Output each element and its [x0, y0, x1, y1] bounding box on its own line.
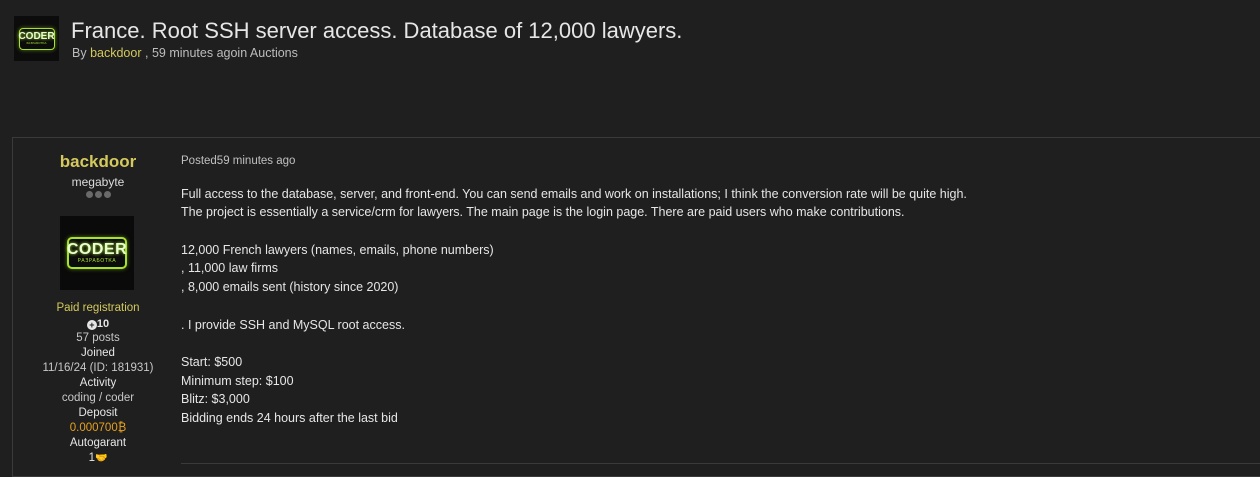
coder-logo: CODER РАЗРАБОТКА — [18, 27, 55, 50]
autogarant-value: 1🤝 — [13, 452, 183, 464]
rank-pip — [85, 191, 93, 198]
deposit-label: Deposit — [78, 407, 118, 419]
logo-subtext: РАЗРАБОТКА — [26, 41, 47, 45]
joined-label: Joined — [81, 347, 115, 359]
author-group: Paid registration — [56, 302, 140, 314]
author-panel: backdoor megabyte CODER РАЗРАБОТКА Paid … — [13, 138, 183, 476]
handshake-icon: 🤝 — [94, 453, 108, 464]
logo-text: CODER — [66, 241, 128, 258]
coder-logo: CODER РАЗРАБОТКА — [67, 237, 127, 269]
logo-subtext: РАЗРАБОТКА — [77, 258, 117, 264]
autogarant-label: Autogarant — [69, 437, 127, 449]
post-body-line: Minimum step: $100 — [181, 374, 294, 388]
deposit-value: 0.000700 — [69, 422, 118, 434]
reputation-value: 10 — [96, 318, 110, 330]
post-body-line: Full access to the database, server, and… — [181, 187, 967, 201]
topic-author-avatar[interactable]: CODER РАЗРАБОТКА — [14, 16, 59, 61]
post-body-line: Start: $500 — [181, 355, 243, 369]
post-divider — [181, 463, 1260, 464]
post-body-line: Bidding ends 24 hours after the last bid — [181, 411, 398, 425]
author-avatar[interactable]: CODER РАЗРАБОТКА — [60, 216, 134, 290]
post-body-line: 12,000 French lawyers (names, emails, ph… — [181, 243, 494, 257]
plus-circle-icon: + — [86, 320, 97, 330]
post-body-line: The project is essentially a service/crm… — [181, 205, 905, 219]
joined-value: 11/16/24 (ID: 181931) — [42, 362, 154, 374]
author-rank: megabyte — [71, 175, 125, 189]
meta-rest: , 59 minutes agoin Auctions — [145, 46, 298, 60]
topic-meta: By backdoor , 59 minutes agoin Auctions — [72, 46, 298, 60]
post-body-line: , 11,000 law firms — [181, 261, 279, 275]
meta-author-link[interactable]: backdoor — [90, 46, 141, 60]
author-post-count: 57 posts — [76, 332, 120, 344]
author-name-link[interactable]: backdoor — [13, 152, 183, 172]
bitcoin-icon: ₿ — [117, 422, 127, 434]
rank-pip — [94, 191, 102, 198]
topic-title: France. Root SSH server access. Database… — [71, 18, 683, 43]
reputation-badge[interactable]: +10 — [13, 318, 183, 330]
post-content: Posted59 minutes ago Full access to the … — [181, 138, 1260, 476]
rank-pips — [13, 191, 183, 198]
meta-by: By — [72, 46, 87, 60]
topic-header: CODER РАЗРАБОТКА France. Root SSH server… — [14, 16, 1244, 66]
post-timestamp: Posted59 minutes ago — [181, 155, 296, 167]
post-body-line: , 8,000 emails sent (history since 2020) — [181, 280, 399, 294]
post-container: backdoor megabyte CODER РАЗРАБОТКА Paid … — [12, 137, 1260, 477]
post-body-line: . I provide SSH and MySQL root access. — [181, 318, 405, 332]
activity-value: coding / coder — [61, 392, 135, 404]
activity-label: Activity — [79, 377, 117, 389]
deposit-amount: 0.000700₿ — [13, 422, 183, 434]
post-body-line: Blitz: $3,000 — [181, 392, 250, 406]
rank-pip — [103, 191, 111, 198]
